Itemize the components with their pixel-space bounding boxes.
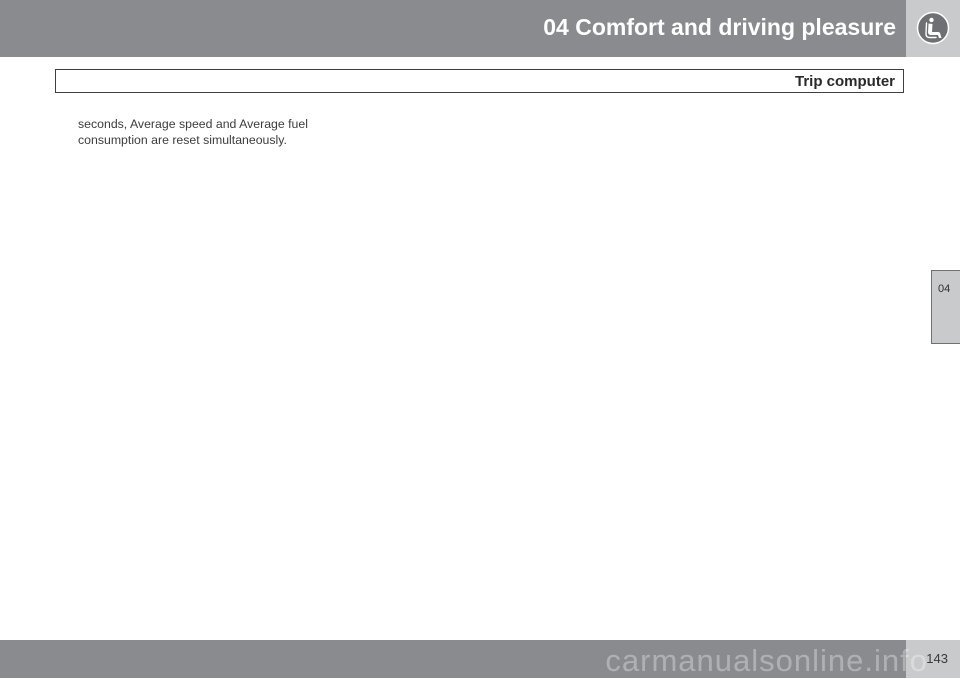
chapter-header: 04 Comfort and driving pleasure (0, 0, 960, 57)
page-number: 143 (926, 651, 948, 666)
section-header: Trip computer (55, 69, 904, 93)
body-paragraph: seconds, Average speed and Average fuel … (78, 117, 308, 147)
chapter-icon-tile (906, 0, 960, 57)
seat-icon (916, 11, 950, 45)
chapter-title: 04 Comfort and driving pleasure (543, 14, 896, 40)
chapter-side-tab: 04 (931, 270, 960, 344)
side-tab-label: 04 (938, 283, 951, 295)
watermark: carmanualsonline.info (605, 643, 928, 678)
section-title: Trip computer (794, 73, 895, 90)
